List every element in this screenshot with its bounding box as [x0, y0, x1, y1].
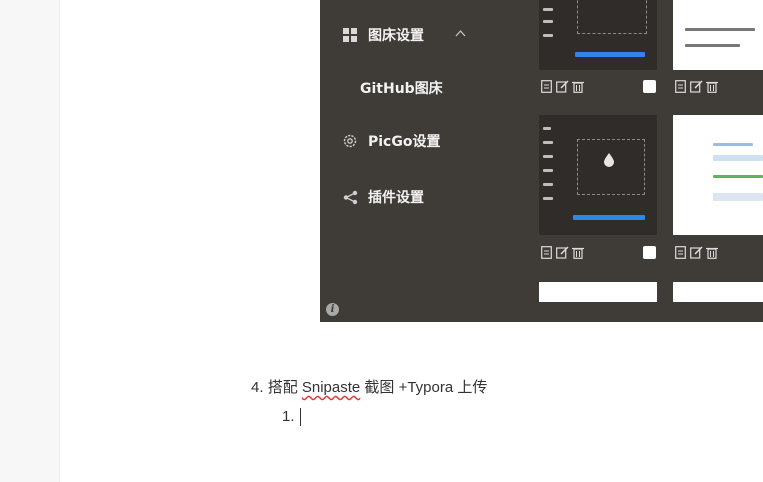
upload-area: [577, 0, 647, 34]
list-number: 4.: [251, 379, 264, 396]
trash-icon: [705, 79, 719, 93]
trash-icon: [571, 79, 585, 93]
edit-icon: [555, 245, 569, 259]
list-text-after: 截图 +Typora 上传: [360, 379, 488, 396]
menu-item-plugin-settings: 插件设置: [342, 185, 424, 209]
menu-label-github-host: GitHub图床: [360, 81, 443, 97]
blur-line: [713, 193, 763, 201]
blur-line: [543, 8, 553, 11]
blur-line: [685, 44, 740, 47]
blur-line: [713, 155, 763, 161]
menu-item-image-host-settings: 图床设置: [342, 23, 424, 47]
upload-format-buttons: [573, 215, 645, 220]
sub-list-item-1[interactable]: 1.: [282, 408, 301, 427]
thumbnail-3: [539, 115, 657, 235]
thumbnail-6: [673, 282, 763, 302]
text-caret: [299, 408, 301, 427]
menu-item-picgo-settings: PicGo设置: [342, 129, 440, 153]
blur-line: [543, 183, 553, 186]
blur-line: [543, 155, 553, 158]
share-icon: [342, 189, 358, 205]
trash-icon: [571, 245, 585, 259]
upload-area: [577, 139, 645, 195]
edit-icon: [689, 79, 703, 93]
select-checkbox: [643, 80, 656, 93]
grid-icon: [342, 27, 358, 43]
picgo-side-menu: 图床设置 GitHub图床 PicGo设置 插件设置 i: [320, 0, 535, 322]
thumbnail-1-tools: [539, 78, 585, 94]
edit-icon: [555, 79, 569, 93]
thumbnail-2: [673, 0, 763, 70]
blur-line: [543, 127, 551, 130]
thumbnail-3-tools: [539, 244, 585, 260]
upload-format-buttons: [575, 52, 645, 57]
list-item-4[interactable]: 4. 搭配 Snipaste 截图 +Typora 上传: [251, 376, 487, 397]
file-icon: [539, 79, 553, 93]
menu-label-picgo-settings: PicGo设置: [368, 134, 441, 150]
trash-icon: [705, 245, 719, 259]
blur-line: [713, 143, 753, 146]
blur-line: [543, 20, 553, 23]
gear-icon: [342, 133, 358, 149]
thumbnail-1: [539, 0, 657, 70]
blur-line: [713, 175, 763, 178]
file-icon: [539, 245, 553, 259]
menu-item-github-host: GitHub图床: [360, 76, 443, 100]
misspelled-word: Snipaste: [301, 379, 361, 396]
thumbnail-4-tools: [673, 244, 719, 260]
thumbnail-5: [539, 282, 657, 302]
blur-line: [543, 141, 553, 144]
list-text-before: 搭配: [267, 379, 302, 396]
file-icon: [673, 79, 687, 93]
info-icon: i: [326, 303, 339, 316]
thumbnail-2-tools: [673, 78, 719, 94]
thumbnail-4: [673, 115, 763, 235]
menu-label-image-host-settings: 图床设置: [368, 28, 424, 44]
blur-line: [543, 197, 553, 200]
select-checkbox: [643, 246, 656, 259]
blur-line: [685, 28, 755, 31]
file-icon: [673, 245, 687, 259]
editor-gutter: [0, 0, 60, 482]
embedded-picgo-screenshot: 图床设置 GitHub图床 PicGo设置 插件设置 i: [320, 0, 763, 322]
sub-list-number: 1.: [282, 408, 295, 425]
blur-line: [543, 169, 553, 172]
edit-icon: [689, 245, 703, 259]
chevron-up-icon: [455, 27, 466, 40]
menu-label-plugin-settings: 插件设置: [368, 190, 424, 206]
upload-cloud-icon: [604, 153, 614, 167]
blur-line: [543, 34, 553, 37]
